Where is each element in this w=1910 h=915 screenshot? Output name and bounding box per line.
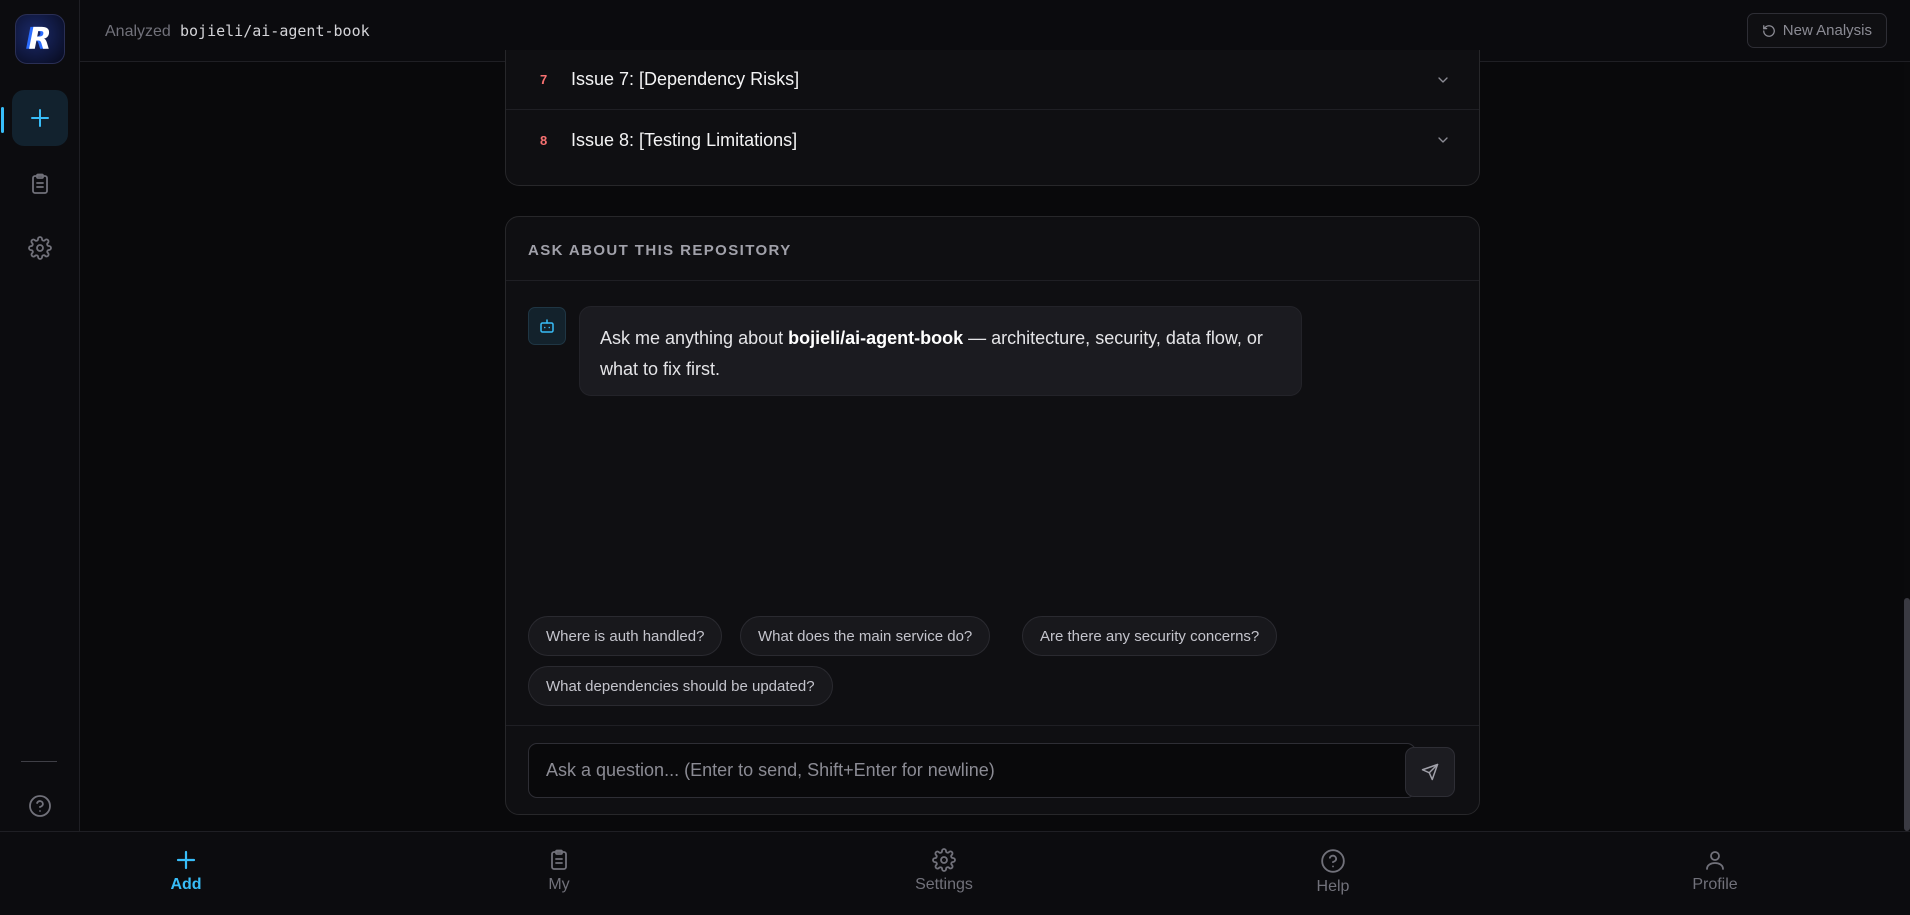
scrollbar-thumb[interactable] (1904, 598, 1910, 831)
nav-settings[interactable]: Settings (884, 848, 1004, 894)
sidebar-settings-button[interactable] (12, 220, 68, 276)
suggestion-chip[interactable]: Where is auth handled? (528, 616, 723, 656)
nav-label: Profile (1692, 876, 1738, 893)
issue-number: 7 (540, 72, 548, 87)
nav-help[interactable]: Help (1273, 848, 1393, 896)
bottom-nav: Add My Settings Help Profile (0, 831, 1910, 915)
plus-icon (176, 850, 196, 870)
issue-row[interactable]: 8 Issue 8: [Testing Limitations] (506, 110, 1479, 170)
refresh-icon (1762, 24, 1775, 37)
sidebar-divider (21, 761, 57, 762)
suggestion-chip[interactable]: Are there any security concerns? (1022, 616, 1278, 656)
active-indicator (1, 107, 4, 133)
send-icon (1421, 763, 1439, 781)
question-input[interactable] (528, 743, 1416, 798)
repo-name: bojieli/ai-agent-book (180, 22, 370, 40)
ask-repository-panel: ASK ABOUT THIS REPOSITORY Ask me anythin… (505, 216, 1480, 815)
chevron-down-icon (1438, 137, 1448, 143)
issue-title: Issue 8: [Testing Limitations] (571, 129, 798, 150)
nav-add[interactable]: Add (126, 848, 246, 894)
left-sidebar: R (0, 0, 80, 831)
analyzed-label: Analyzed (105, 23, 171, 40)
sidebar-add-button[interactable] (12, 90, 68, 146)
send-button[interactable] (1405, 747, 1455, 797)
clipboard-icon (551, 849, 567, 870)
gear-icon (28, 236, 52, 260)
chevron-down-icon (1438, 76, 1448, 83)
help-circle-icon (29, 795, 51, 817)
nav-my[interactable]: My (499, 848, 619, 894)
app-logo[interactable]: R (15, 14, 65, 64)
help-circle-icon (1321, 849, 1345, 873)
nav-label: Add (170, 876, 202, 893)
bot-avatar (528, 307, 566, 345)
user-icon (1706, 851, 1724, 870)
gear-icon (932, 848, 956, 872)
nav-label: Settings (915, 876, 973, 893)
assistant-message: Ask me anything about bojieli/ai-agent-b… (579, 306, 1302, 396)
new-analysis-button[interactable]: New Analysis (1746, 13, 1887, 48)
ask-panel-header: ASK ABOUT THIS REPOSITORY (506, 217, 1479, 281)
issue-number: 8 (540, 132, 548, 148)
issues-list: 7 Issue 7: [Dependency Risks] 8 Issue 8:… (505, 50, 1480, 186)
issue-title: Issue 7: [Dependency Risks] (571, 69, 800, 89)
issue-row[interactable]: 7 Issue 7: [Dependency Risks] (506, 50, 1479, 110)
ask-panel-title: ASK ABOUT THIS REPOSITORY (528, 242, 792, 259)
nav-label: Help (1316, 878, 1350, 895)
bot-icon (540, 319, 554, 333)
message-prefix: Ask me anything about (600, 328, 789, 348)
composer (506, 725, 1479, 814)
clipboard-icon (32, 173, 48, 194)
suggestion-chip[interactable]: What does the main service do? (740, 616, 991, 656)
sidebar-my-button[interactable] (12, 156, 68, 212)
suggestion-chip[interactable]: What dependencies should be updated? (528, 666, 833, 706)
logo-letter: R (28, 21, 52, 57)
nav-profile[interactable]: Profile (1655, 848, 1775, 894)
sidebar-help-button[interactable] (12, 778, 68, 834)
message-repo: bojieli/ai-agent-book (788, 328, 964, 348)
nav-label: My (548, 876, 570, 893)
plus-icon (31, 109, 49, 127)
new-analysis-label: New Analysis (1782, 22, 1872, 39)
